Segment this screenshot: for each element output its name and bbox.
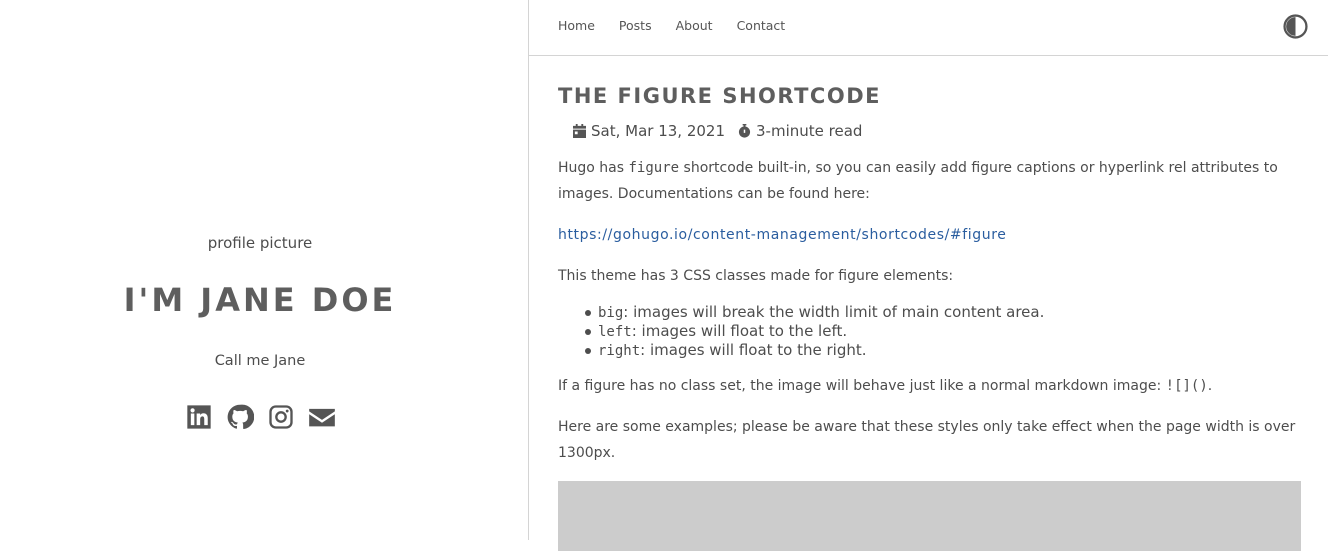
post-date: Sat, Mar 13, 2021 [591, 122, 725, 140]
tagline: Call me Jane [214, 353, 306, 369]
post-meta: Sat, Mar 13, 2021 3-minute read [573, 122, 862, 140]
github-icon[interactable] [226, 402, 254, 432]
inline-code: figure [628, 160, 680, 176]
site-title[interactable]: I'M JANE DOE [0, 281, 520, 319]
read-time: 3-minute read [756, 122, 863, 140]
inline-code: big [598, 305, 624, 321]
list-item: left: images will float to the left. [584, 322, 1044, 341]
list-item-text: : images will float to the left. [631, 322, 848, 340]
nav-posts[interactable]: Posts [619, 18, 652, 33]
envelope-icon[interactable] [308, 402, 336, 432]
noclass-text-end: . [1207, 378, 1213, 394]
nav-contact[interactable]: Contact [737, 18, 786, 33]
classes-intro: This theme has 3 CSS classes made for fi… [558, 268, 954, 284]
half-circle-icon[interactable] [1283, 14, 1308, 39]
sidebar: profile picture I'M JANE DOE Call me Jan… [0, 0, 529, 540]
hugo-docs-link[interactable]: https://gohugo.io/content-management/sho… [558, 227, 1006, 243]
inline-code: left [598, 324, 632, 340]
nav-about[interactable]: About [676, 18, 713, 33]
intro-text: Hugo has [558, 160, 629, 176]
nav-home[interactable]: Home [558, 18, 595, 33]
linkedin-icon[interactable] [185, 402, 213, 432]
examples-paragraph: Here are some examples; please be aware … [558, 419, 1296, 461]
inline-code: right [598, 343, 641, 359]
link-paragraph: https://gohugo.io/content-management/sho… [558, 222, 1302, 248]
top-navigation: Home Posts About Contact [529, 0, 1328, 56]
list-item: big: images will break the width limit o… [584, 303, 1044, 322]
list-item-text: : images will float to the right. [640, 341, 867, 359]
inline-code: ![]() [1165, 378, 1208, 394]
stopwatch-icon [738, 124, 751, 138]
classes-list: big: images will break the width limit o… [584, 303, 1044, 360]
figure-image-placeholder [558, 481, 1301, 551]
profile-picture: profile picture [207, 234, 313, 252]
list-item-text: : images will break the width limit of m… [623, 303, 1045, 321]
calendar-icon [573, 124, 586, 138]
nav-links: Home Posts About Contact [558, 18, 785, 33]
post-title: THE FIGURE SHORTCODE [558, 84, 881, 108]
social-links [0, 402, 520, 432]
intro-paragraph: Hugo has figure shortcode built-in, so y… [558, 155, 1302, 207]
instagram-icon[interactable] [267, 402, 295, 432]
noclass-text: If a figure has no class set, the image … [558, 378, 1166, 394]
noclass-paragraph: If a figure has no class set, the image … [558, 373, 1302, 399]
list-item: right: images will float to the right. [584, 341, 1044, 360]
